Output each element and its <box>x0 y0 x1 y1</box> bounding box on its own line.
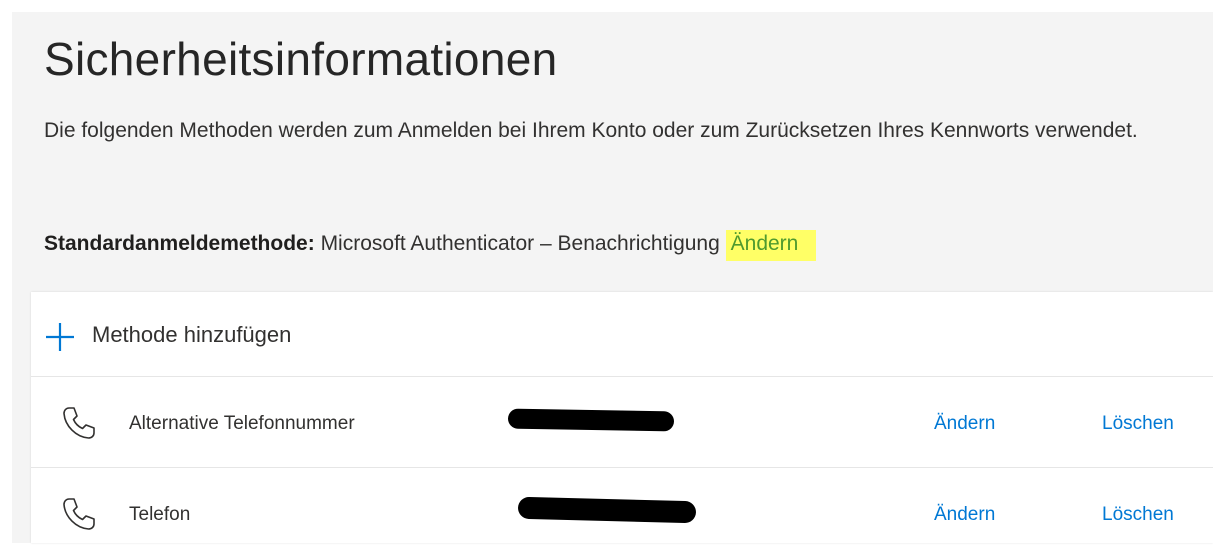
change-method-link[interactable]: Ändern <box>934 504 995 526</box>
page-title: Sicherheitsinformationen <box>44 33 558 85</box>
default-sign-in-method: Standardanmeldemethode: Microsoft Authen… <box>44 230 817 261</box>
method-name: Alternative Telefonnummer <box>129 413 355 434</box>
page-description: Die folgenden Methoden werden zum Anmeld… <box>44 119 1138 142</box>
methods-card: Methode hinzufügen Alternative Telefonnu… <box>31 292 1213 543</box>
method-name: Telefon <box>129 504 191 525</box>
method-row-alternate-phone: Alternative Telefonnummer Ändern Löschen <box>31 377 1213 468</box>
delete-method-link[interactable]: Löschen <box>1102 413 1174 435</box>
method-row-phone: Telefon Ändern Löschen <box>31 468 1213 558</box>
add-method-button[interactable]: Methode hinzufügen <box>31 292 1213 377</box>
phone-icon <box>63 407 95 439</box>
delete-method-link[interactable]: Löschen <box>1102 504 1174 526</box>
default-method-value: Microsoft Authenticator – Benachrichtigu… <box>320 232 720 255</box>
redacted-phone-number <box>517 496 697 524</box>
phone-icon <box>63 498 95 530</box>
change-method-link[interactable]: Ändern <box>934 413 995 435</box>
add-method-label: Methode hinzufügen <box>92 322 292 347</box>
change-default-method-link[interactable]: Ändern <box>725 230 817 261</box>
plus-icon <box>46 323 74 351</box>
redacted-phone-number <box>507 408 675 432</box>
default-method-label: Standardanmeldemethode: <box>44 232 315 255</box>
